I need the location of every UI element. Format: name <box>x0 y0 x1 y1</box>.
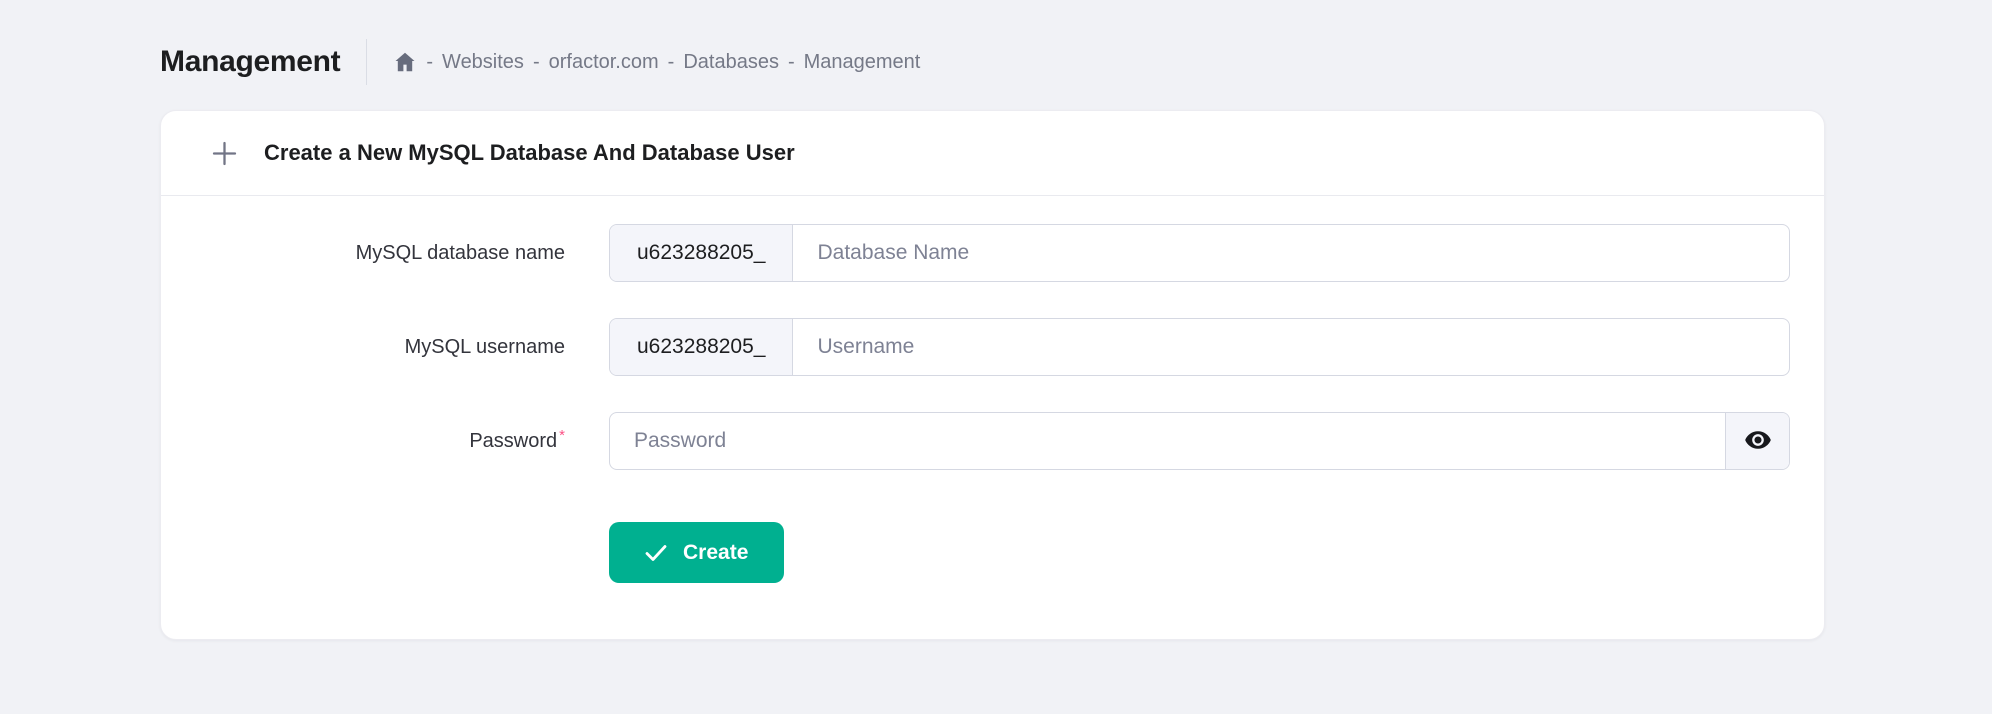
form-row-password: Password * <box>161 412 1824 470</box>
plus-icon <box>211 140 238 167</box>
breadcrumb-separator: - <box>667 50 675 73</box>
database-name-input-group: u623288205_ <box>609 224 1790 282</box>
breadcrumb-separator: - <box>532 50 540 73</box>
home-icon[interactable] <box>393 50 417 74</box>
breadcrumb-item-domain[interactable]: orfactor.com <box>549 51 659 74</box>
database-name-prefix: u623288205_ <box>610 225 794 281</box>
database-name-input[interactable] <box>793 225 1789 281</box>
username-label: MySQL username <box>404 335 565 358</box>
username-input[interactable] <box>793 319 1789 375</box>
database-name-label: MySQL database name <box>355 241 565 264</box>
breadcrumb-separator: - <box>787 50 795 73</box>
breadcrumb-item-websites[interactable]: Websites <box>442 51 524 74</box>
password-input[interactable] <box>610 413 1725 469</box>
page-title: Management <box>160 45 341 78</box>
password-input-group <box>609 412 1790 470</box>
breadcrumb-item-databases[interactable]: Databases <box>683 51 779 74</box>
create-database-card: Create a New MySQL Database And Database… <box>160 110 1825 640</box>
form-actions: Create <box>609 522 1824 583</box>
check-icon <box>645 544 667 562</box>
header-divider <box>366 39 368 85</box>
create-button-label: Create <box>683 540 749 564</box>
breadcrumb-separator: - <box>426 50 434 73</box>
password-label: Password * <box>161 426 565 453</box>
eye-icon <box>1744 426 1772 457</box>
password-label-text: Password <box>469 429 558 452</box>
breadcrumb: - Websites - orfactor.com - Databases - … <box>393 50 920 74</box>
form-row-username: MySQL username u623288205_ <box>161 318 1824 376</box>
username-input-group: u623288205_ <box>609 318 1790 376</box>
password-visibility-toggle[interactable] <box>1725 413 1789 469</box>
page: Management - Websites - orfactor.com - D… <box>0 36 1992 714</box>
create-button[interactable]: Create <box>609 522 785 583</box>
username-prefix: u623288205_ <box>610 319 794 375</box>
page-header: Management - Websites - orfactor.com - D… <box>160 36 1992 88</box>
card-body: MySQL database name u623288205_ MySQL us… <box>161 196 1824 639</box>
card-title: Create a New MySQL Database And Database… <box>264 140 795 165</box>
breadcrumb-item-management[interactable]: Management <box>804 51 921 74</box>
form-row-database-name: MySQL database name u623288205_ <box>161 224 1824 282</box>
card-header: Create a New MySQL Database And Database… <box>161 111 1824 196</box>
required-marker: * <box>559 426 565 444</box>
